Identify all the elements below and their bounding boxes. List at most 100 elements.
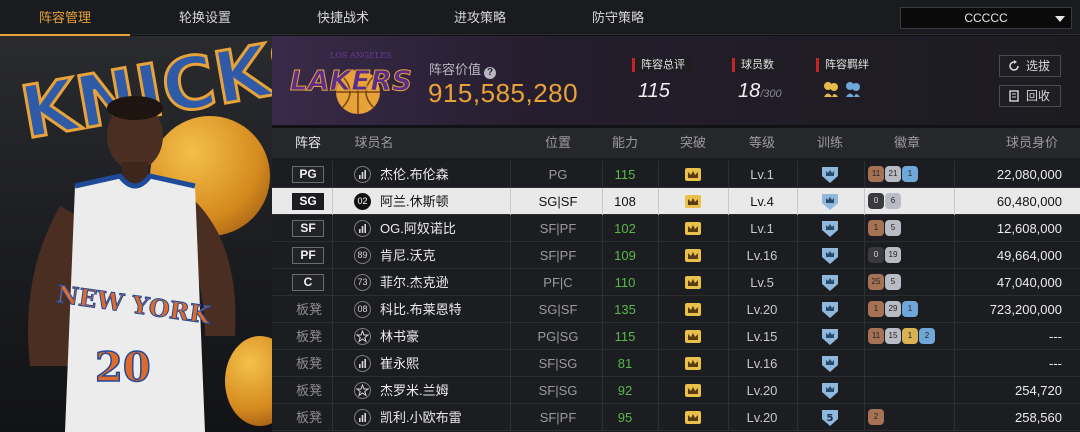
breakthrough-crown-icon[interactable] (685, 330, 701, 343)
table-row[interactable]: PF 89 肯尼.沃克 SF|PF 109 Lv.16 0 19 49,664,000 (272, 242, 1080, 269)
player-ability: 81 (617, 356, 633, 371)
training-shield-icon[interactable] (821, 355, 839, 372)
player-level: Lv.20 (746, 383, 778, 398)
bench-label[interactable]: 板凳 (296, 323, 322, 350)
badge-count-silver[interactable]: 21 (885, 166, 901, 182)
badge-count-bronze[interactable]: 25 (868, 274, 884, 290)
pick-button[interactable]: 选拔 (999, 55, 1061, 77)
tab-offense[interactable]: 进攻策略 (415, 0, 545, 35)
training-shield-icon[interactable] (821, 247, 839, 264)
recycle-button-label: 回收 (1026, 89, 1051, 103)
player-ability: 92 (617, 383, 633, 398)
position-slot-badge[interactable]: PG (292, 166, 324, 183)
player-name[interactable]: 菲尔.杰克逊 (380, 269, 449, 296)
breakthrough-crown-icon[interactable] (685, 411, 701, 424)
rank-bars-icon (354, 220, 371, 237)
breakthrough-crown-icon[interactable] (685, 303, 701, 316)
position-slot-badge[interactable]: SG (292, 193, 324, 210)
position-slot-badge[interactable]: C (292, 274, 324, 291)
badge-count-silver[interactable]: 15 (885, 328, 901, 344)
lineup-value-label: 阵容价值? (429, 59, 497, 79)
column-divider (864, 188, 865, 215)
table-row[interactable]: 板凳 08 科比.布莱恩特 SG|SF 135 Lv.20 1 29 1 723,200,000 (272, 296, 1080, 323)
badge-count-blue[interactable]: 1 (902, 166, 918, 182)
breakthrough-crown-icon[interactable] (685, 249, 701, 262)
player-name[interactable]: 杰罗米.兰姆 (380, 377, 449, 404)
badge-count-blue[interactable]: 1 (902, 301, 918, 317)
column-divider (864, 242, 865, 269)
training-shield-icon[interactable] (821, 328, 839, 345)
badge-count-bronze[interactable]: 2 (868, 409, 884, 425)
badge-count-gold[interactable]: 1 (902, 328, 918, 344)
badge-count-bronze[interactable]: 11 (868, 166, 884, 182)
chemistry-gold-icon[interactable] (822, 80, 840, 98)
breakthrough-crown-icon[interactable] (685, 195, 701, 208)
training-shield-icon[interactable] (821, 301, 839, 318)
badge-count-silver[interactable]: 5 (885, 220, 901, 236)
table-row[interactable]: C 73 菲尔.杰克逊 PF|C 110 Lv.5 25 5 47,040,000 (272, 269, 1080, 296)
badge-count-silver[interactable]: 5 (885, 274, 901, 290)
player-name[interactable]: 肯尼.沃克 (380, 242, 436, 269)
tab-tactics[interactable]: 快捷战术 (278, 0, 408, 35)
team-select[interactable]: CCCCC (900, 7, 1072, 29)
training-shield-icon[interactable] (821, 382, 839, 399)
table-row[interactable]: SF OG.阿奴诺比 SF|PF 102 Lv.1 1 5 12,608,000 (272, 215, 1080, 242)
table-row[interactable]: 板凳 凯利.小欧布雷 SF|PF 95 Lv.20 5 2 258,560 (272, 404, 1080, 431)
breakthrough-crown-icon[interactable] (685, 357, 701, 370)
bench-label[interactable]: 板凳 (296, 404, 322, 431)
player-name[interactable]: 凯利.小欧布雷 (380, 404, 462, 431)
breakthrough-crown-icon[interactable] (685, 384, 701, 397)
bench-label[interactable]: 板凳 (296, 350, 322, 377)
column-divider (864, 296, 865, 323)
badge-count-bronze[interactable]: 1 (868, 220, 884, 236)
column-divider (728, 350, 729, 377)
chemistry-blue-icon[interactable] (844, 80, 862, 98)
badge-count-dark[interactable]: 0 (868, 247, 884, 263)
recycle-button[interactable]: 回收 (999, 85, 1061, 107)
badge-count-silver[interactable]: 6 (885, 193, 901, 209)
overall-stat: 阵容总评 115 (632, 58, 693, 103)
badge-count-dark[interactable]: 0 (868, 193, 884, 209)
player-name[interactable]: 阿兰.休斯顿 (380, 188, 449, 215)
breakthrough-crown-icon[interactable] (685, 276, 701, 289)
column-divider (332, 161, 333, 188)
player-name[interactable]: 崔永熙 (380, 350, 419, 377)
column-divider (954, 404, 955, 431)
player-name[interactable]: 科比.布莱恩特 (380, 296, 462, 323)
badge-count-bronze[interactable]: 1 (868, 301, 884, 317)
player-name[interactable]: 杰伦.布伦森 (380, 161, 449, 188)
bench-label[interactable]: 板凳 (296, 377, 322, 404)
position-slot-badge[interactable]: SF (292, 220, 324, 237)
training-shield-icon[interactable] (821, 220, 839, 237)
training-shield-icon[interactable]: 5 (821, 409, 839, 426)
breakthrough-crown-icon[interactable] (685, 168, 701, 181)
badge-count-silver[interactable]: 29 (885, 301, 901, 317)
badge-count-blue[interactable]: 2 (919, 328, 935, 344)
column-divider (954, 377, 955, 404)
training-shield-icon[interactable] (821, 193, 839, 210)
tab-defense[interactable]: 防守策略 (553, 0, 683, 35)
badge-count-silver[interactable]: 19 (885, 247, 901, 263)
table-row[interactable]: PG 杰伦.布伦森 PG 115 Lv.1 11 21 1 22,080,000 (272, 161, 1080, 188)
table-row[interactable]: 板凳 杰罗米.兰姆 SF|SG 92 Lv.20 254,720 (272, 377, 1080, 404)
col-badges: 徽章 (893, 135, 920, 150)
breakthrough-crown-icon[interactable] (685, 222, 701, 235)
column-divider (728, 269, 729, 296)
col-pos: 位置 (544, 135, 571, 150)
tab-lineup[interactable]: 阵容管理 (0, 0, 130, 36)
player-name[interactable]: 林书豪 (380, 323, 419, 350)
table-row[interactable]: SG 02 阿兰.休斯顿 SG|SF 108 Lv.4 0 6 60,480,000 (272, 188, 1080, 215)
tab-rotation[interactable]: 轮换设置 (140, 0, 270, 35)
training-shield-icon[interactable] (821, 274, 839, 291)
column-divider (864, 377, 865, 404)
bench-label[interactable]: 板凳 (296, 296, 322, 323)
position-slot-badge[interactable]: PF (292, 247, 324, 264)
col-slot: 阵容 (294, 135, 321, 150)
table-row[interactable]: 板凳 林书豪 PG|SG 115 Lv.15 11 15 1 2 --- (272, 323, 1080, 350)
player-level: Lv.20 (746, 410, 778, 425)
player-name[interactable]: OG.阿奴诺比 (380, 215, 456, 242)
table-row[interactable]: 板凳 崔永熙 SF|SG 81 Lv.16 --- (272, 350, 1080, 377)
player-level: Lv.16 (746, 356, 778, 371)
training-shield-icon[interactable] (821, 166, 839, 183)
badge-count-bronze[interactable]: 11 (868, 328, 884, 344)
